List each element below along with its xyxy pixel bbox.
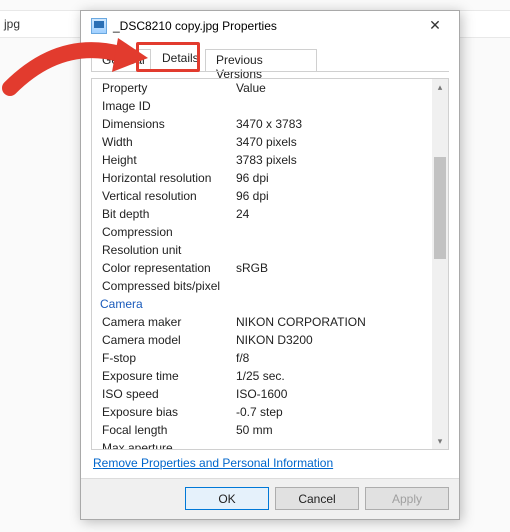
property-value: 96 dpi	[236, 169, 432, 187]
property-row[interactable]: ISO speedISO-1600	[96, 385, 432, 403]
cancel-button[interactable]: Cancel	[275, 487, 359, 510]
tab-general[interactable]: General	[91, 49, 151, 71]
property-name: Dimensions	[96, 115, 236, 133]
property-value	[236, 241, 432, 259]
property-row[interactable]: Resolution unit	[96, 241, 432, 259]
property-name: Exposure time	[96, 367, 236, 385]
property-name: Camera maker	[96, 313, 236, 331]
property-row[interactable]: Compression	[96, 223, 432, 241]
property-row[interactable]: Vertical resolution96 dpi	[96, 187, 432, 205]
property-value: 24	[236, 205, 432, 223]
property-name: Horizontal resolution	[96, 169, 236, 187]
property-row[interactable]: Width3470 pixels	[96, 133, 432, 151]
property-name: Camera model	[96, 331, 236, 349]
property-name: Exposure bias	[96, 403, 236, 421]
property-name: Compression	[96, 223, 236, 241]
tab-previous-versions[interactable]: Previous Versions	[205, 49, 317, 71]
property-value	[236, 223, 432, 241]
property-value: ISO-1600	[236, 385, 432, 403]
property-row[interactable]: Compressed bits/pixel	[96, 277, 432, 295]
image-file-icon	[91, 18, 107, 34]
property-row[interactable]: Exposure bias-0.7 step	[96, 403, 432, 421]
property-row[interactable]: Exposure time1/25 sec.	[96, 367, 432, 385]
button-bar: OK Cancel Apply	[81, 478, 459, 519]
titlebar: _DSC8210 copy.jpg Properties ✕	[81, 11, 459, 41]
property-value: 3470 pixels	[236, 133, 432, 151]
tabstrip: General Details Previous Versions	[91, 47, 449, 73]
property-value	[236, 439, 432, 449]
property-name: Image ID	[96, 97, 236, 115]
property-row[interactable]: Focal length50 mm	[96, 421, 432, 439]
file-ext: jpg	[4, 17, 20, 31]
property-name: Compressed bits/pixel	[96, 277, 236, 295]
properties-dialog: _DSC8210 copy.jpg Properties ✕ General D…	[80, 10, 460, 520]
property-row[interactable]: Dimensions3470 x 3783	[96, 115, 432, 133]
property-value: 3470 x 3783	[236, 115, 432, 133]
property-value	[236, 97, 432, 115]
details-content: Property Value Image IDDimensions3470 x …	[96, 79, 432, 449]
scroll-up-button[interactable]: ▴	[432, 79, 448, 95]
property-row[interactable]: Horizontal resolution96 dpi	[96, 169, 432, 187]
property-value: NIKON D3200	[236, 331, 432, 349]
section-camera: Camera	[96, 295, 432, 313]
tab-details[interactable]: Details	[151, 47, 205, 71]
property-row[interactable]: Max aperture	[96, 439, 432, 449]
property-value: -0.7 step	[236, 403, 432, 421]
property-name: Width	[96, 133, 236, 151]
property-name: Color representation	[96, 259, 236, 277]
property-name: Height	[96, 151, 236, 169]
close-button[interactable]: ✕	[415, 12, 455, 40]
property-row[interactable]: Camera modelNIKON D3200	[96, 331, 432, 349]
scrollbar[interactable]: ▴ ▾	[432, 79, 448, 449]
property-name: Resolution unit	[96, 241, 236, 259]
dialog-title: _DSC8210 copy.jpg Properties	[113, 19, 415, 33]
col-header-property: Property	[96, 79, 236, 97]
property-name: Max aperture	[96, 439, 236, 449]
col-header-value: Value	[236, 79, 432, 97]
property-row[interactable]: Camera makerNIKON CORPORATION	[96, 313, 432, 331]
property-name: F-stop	[96, 349, 236, 367]
property-value: 3783 pixels	[236, 151, 432, 169]
scroll-thumb[interactable]	[434, 157, 446, 259]
property-value: sRGB	[236, 259, 432, 277]
details-list: Property Value Image IDDimensions3470 x …	[91, 78, 449, 450]
remove-properties-link[interactable]: Remove Properties and Personal Informati…	[93, 456, 447, 478]
column-headers: Property Value	[96, 79, 432, 97]
property-name: Bit depth	[96, 205, 236, 223]
property-row[interactable]: Height3783 pixels	[96, 151, 432, 169]
ok-button[interactable]: OK	[185, 487, 269, 510]
property-value	[236, 277, 432, 295]
property-value: 1/25 sec.	[236, 367, 432, 385]
property-row[interactable]: F-stopf/8	[96, 349, 432, 367]
scroll-down-button[interactable]: ▾	[432, 433, 448, 449]
property-name: Vertical resolution	[96, 187, 236, 205]
property-value: f/8	[236, 349, 432, 367]
property-name: ISO speed	[96, 385, 236, 403]
property-value: NIKON CORPORATION	[236, 313, 432, 331]
property-name: Focal length	[96, 421, 236, 439]
apply-button[interactable]: Apply	[365, 487, 449, 510]
property-value: 50 mm	[236, 421, 432, 439]
property-row[interactable]: Bit depth24	[96, 205, 432, 223]
property-value: 96 dpi	[236, 187, 432, 205]
property-row[interactable]: Color representationsRGB	[96, 259, 432, 277]
property-row[interactable]: Image ID	[96, 97, 432, 115]
close-icon: ✕	[429, 17, 441, 34]
